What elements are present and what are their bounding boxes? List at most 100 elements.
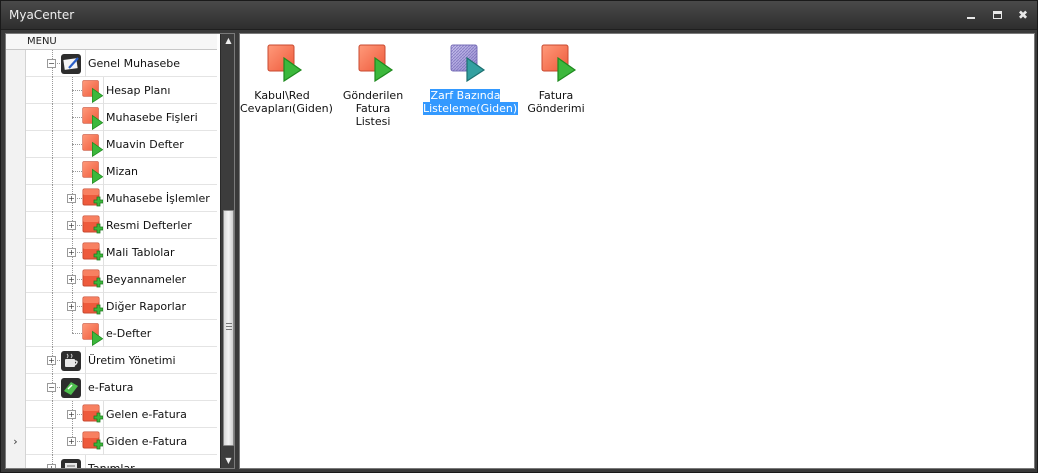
expand-icon[interactable]: + bbox=[67, 194, 76, 203]
tree-connector bbox=[52, 401, 53, 428]
tree-node-label: Üretim Yönetimi bbox=[88, 354, 176, 367]
menu-column-header[interactable]: MENU bbox=[6, 34, 217, 50]
module-tile[interactable]: Kabul\Red Cevapları(Giden) bbox=[240, 36, 333, 116]
folder-plus-icon bbox=[82, 269, 104, 291]
menu-tree: − Genel Muhasebe Hesap Planı Muhasebe Fiş… bbox=[6, 50, 217, 469]
tree-node-row[interactable]: + Resmi Defterler bbox=[6, 212, 217, 239]
scroll-up-arrow-icon[interactable]: ▲ bbox=[221, 34, 234, 48]
expand-icon[interactable]: + bbox=[47, 356, 56, 365]
tree-node-row[interactable]: Muhasebe Fişleri bbox=[6, 104, 217, 131]
tile-label: Zarf Bazında Listeleme(Giden) bbox=[423, 89, 519, 115]
close-button[interactable]: ✖ bbox=[1015, 7, 1031, 23]
tree-node-row[interactable]: Hesap Planı bbox=[6, 77, 217, 104]
row-indicator bbox=[6, 266, 26, 293]
row-indicator bbox=[6, 104, 26, 131]
tree-node-label: Mizan bbox=[106, 165, 139, 178]
scroll-thumb[interactable] bbox=[223, 210, 234, 446]
tree-node-row[interactable]: + Tanımlar bbox=[6, 455, 217, 469]
tile-label-line1: Gönderilen Fatura bbox=[342, 89, 404, 115]
expand-icon[interactable]: + bbox=[67, 275, 76, 284]
tree-node-label: Diğer Raporlar bbox=[106, 300, 186, 313]
tree-node-label: Genel Muhasebe bbox=[88, 57, 181, 70]
expand-icon[interactable]: + bbox=[67, 410, 76, 419]
form-play-icon bbox=[82, 107, 104, 131]
tree-node-label: Muhasebe Fişleri bbox=[106, 111, 198, 124]
cell-divider bbox=[103, 158, 104, 185]
tree-node-row[interactable]: + Diğer Raporlar bbox=[6, 293, 217, 320]
form-play-icon bbox=[82, 161, 104, 185]
row-indicator bbox=[6, 158, 26, 185]
tile-label-text: Kabul\Red Cevapları(Giden) bbox=[240, 89, 333, 115]
scroll-grip-icon bbox=[226, 323, 232, 330]
cell-divider bbox=[103, 293, 104, 320]
tree-connector bbox=[52, 293, 53, 320]
tree-node-label: Tanımlar bbox=[88, 462, 135, 469]
tree-connector bbox=[52, 131, 53, 158]
scroll-down-arrow-icon[interactable]: ▼ bbox=[221, 454, 234, 468]
cell-divider bbox=[103, 266, 104, 293]
tree-node-label: Muavin Defter bbox=[106, 138, 184, 151]
tree-node-row[interactable]: + Üretim Yönetimi bbox=[6, 347, 217, 374]
folder-plus-icon bbox=[82, 188, 104, 210]
folder-plus-icon bbox=[82, 404, 104, 426]
folder-plus-icon bbox=[82, 215, 104, 237]
tile-label: Gönderilen Fatura Listesi bbox=[331, 89, 415, 128]
minimize-icon bbox=[967, 17, 975, 19]
row-indicator bbox=[6, 131, 26, 158]
window-controls: ✖ bbox=[963, 7, 1031, 23]
tree-connector bbox=[52, 104, 53, 131]
cell-divider bbox=[103, 185, 104, 212]
tree-connector bbox=[52, 266, 53, 293]
module-content-area: Kabul\Red Cevapları(Giden) Gönderilen Fat… bbox=[239, 33, 1035, 469]
cell-divider bbox=[103, 239, 104, 266]
definitions-module-icon bbox=[60, 458, 82, 468]
module-tile[interactable]: Zarf Bazında Listeleme(Giden) bbox=[423, 36, 519, 116]
expand-icon[interactable]: + bbox=[67, 248, 76, 257]
expand-icon[interactable]: + bbox=[67, 221, 76, 230]
tree-node-row[interactable]: − e-Fatura bbox=[6, 374, 217, 401]
expand-icon[interactable]: + bbox=[67, 437, 76, 446]
tree-node-row[interactable]: − Genel Muhasebe bbox=[6, 50, 217, 77]
tree-node-row[interactable]: e-Defter bbox=[6, 320, 217, 347]
close-icon: ✖ bbox=[1017, 8, 1029, 22]
cell-divider bbox=[103, 401, 104, 428]
minimize-button[interactable] bbox=[963, 7, 979, 23]
tree-scrollbar[interactable]: ▲ ▼ bbox=[220, 34, 234, 468]
row-indicator: › bbox=[6, 428, 26, 455]
row-indicator bbox=[6, 320, 26, 347]
tree-connector bbox=[72, 320, 73, 333]
tree-node-row[interactable]: + Muhasebe İşlemler bbox=[6, 185, 217, 212]
form-play-icon bbox=[82, 134, 104, 158]
tree-node-row[interactable]: Muavin Defter bbox=[6, 131, 217, 158]
collapse-icon[interactable]: − bbox=[47, 383, 56, 392]
module-tile[interactable]: Gönderilen Fatura Listesi bbox=[331, 36, 415, 128]
tile-label-text: Gönderilen Fatura Listesi bbox=[343, 89, 403, 128]
folder-plus-icon bbox=[82, 431, 104, 453]
tree-node-row[interactable]: + Gelen e-Fatura bbox=[6, 401, 217, 428]
expand-icon[interactable]: + bbox=[67, 302, 76, 311]
tree-node-label: Gelen e-Fatura bbox=[106, 408, 187, 421]
cell-divider bbox=[85, 347, 86, 374]
tree-node-row[interactable]: + Mali Tablolar bbox=[6, 239, 217, 266]
row-indicator bbox=[6, 401, 26, 428]
title-bar[interactable]: MyaCenter ✖ bbox=[1, 1, 1037, 30]
tile-label-line2: Listesi bbox=[355, 115, 391, 128]
tree-connector bbox=[52, 212, 53, 239]
tree-node-label: Hesap Planı bbox=[106, 84, 171, 97]
collapse-icon[interactable]: − bbox=[47, 59, 56, 68]
form-play-icon bbox=[450, 44, 486, 83]
menu-header-label: MENU bbox=[27, 36, 57, 47]
tree-node-row[interactable]: Mizan bbox=[6, 158, 217, 185]
cell-divider bbox=[103, 77, 104, 104]
expand-icon[interactable]: + bbox=[47, 464, 56, 468]
efatura-module-icon bbox=[60, 377, 82, 399]
tree-node-row[interactable]: + Beyannameler bbox=[6, 266, 217, 293]
module-tile[interactable]: Fatura Gönderimi bbox=[514, 36, 598, 116]
tree-node-row[interactable]: › + Giden e-Fatura bbox=[6, 428, 217, 455]
maximize-button[interactable] bbox=[989, 7, 1005, 23]
tile-label-line1: Zarf Bazında bbox=[430, 89, 501, 102]
tile-label-line2: Cevapları(Giden) bbox=[240, 102, 333, 115]
row-indicator bbox=[6, 455, 26, 468]
cell-divider bbox=[85, 50, 86, 77]
tree-connector bbox=[52, 158, 53, 185]
